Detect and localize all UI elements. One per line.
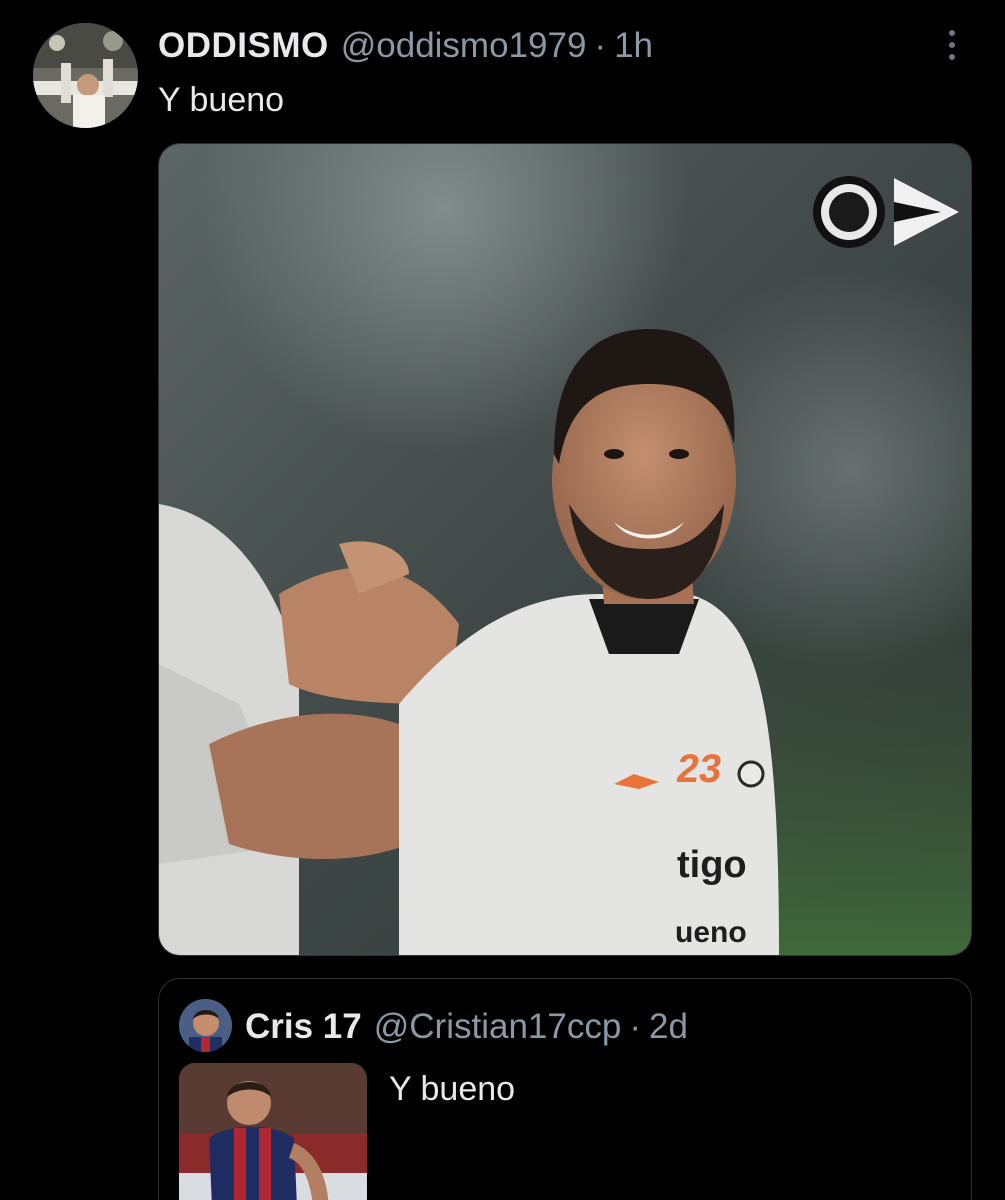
quote-header: Cris 17 @Cristian17ccp · 2d <box>245 1005 688 1049</box>
quote-text: Y bueno <box>389 1070 516 1108</box>
tweet-header: ODDISMO @oddismo1979 · 1h <box>158 24 653 68</box>
jersey-sponsor-bottom: ueno <box>675 916 747 949</box>
tweet-text: Y bueno <box>158 81 285 119</box>
more-dot <box>949 42 955 48</box>
quote-author-avatar[interactable] <box>179 999 232 1052</box>
author-handle[interactable]: @oddismo1979 <box>341 24 587 68</box>
author-display-name[interactable]: ODDISMO <box>158 24 329 68</box>
tweet-timestamp[interactable]: 1h <box>614 24 653 68</box>
jersey-sponsor-top: tigo <box>677 844 747 886</box>
tweet-media-photo[interactable]: 23 tigo ueno <box>158 143 972 956</box>
more-dot <box>949 54 955 60</box>
jersey-number: 23 <box>673 747 725 791</box>
quote-timestamp[interactable]: 2d <box>649 1005 688 1049</box>
more-options-icon[interactable] <box>936 26 968 64</box>
more-dot <box>949 30 955 36</box>
separator-dot: · <box>594 26 607 65</box>
tweet[interactable]: ODDISMO @oddismo1979 · 1h Y bueno 23 tig… <box>0 0 1005 1200</box>
separator-dot: · <box>629 1007 641 1046</box>
author-avatar[interactable] <box>33 23 138 128</box>
quote-display-name[interactable]: Cris 17 <box>245 1005 362 1049</box>
quote-media-thumbnail[interactable] <box>179 1063 367 1200</box>
quoted-tweet[interactable]: Cris 17 @Cristian17ccp · 2d Y bueno <box>158 978 972 1200</box>
quote-handle[interactable]: @Cristian17ccp <box>374 1005 622 1049</box>
